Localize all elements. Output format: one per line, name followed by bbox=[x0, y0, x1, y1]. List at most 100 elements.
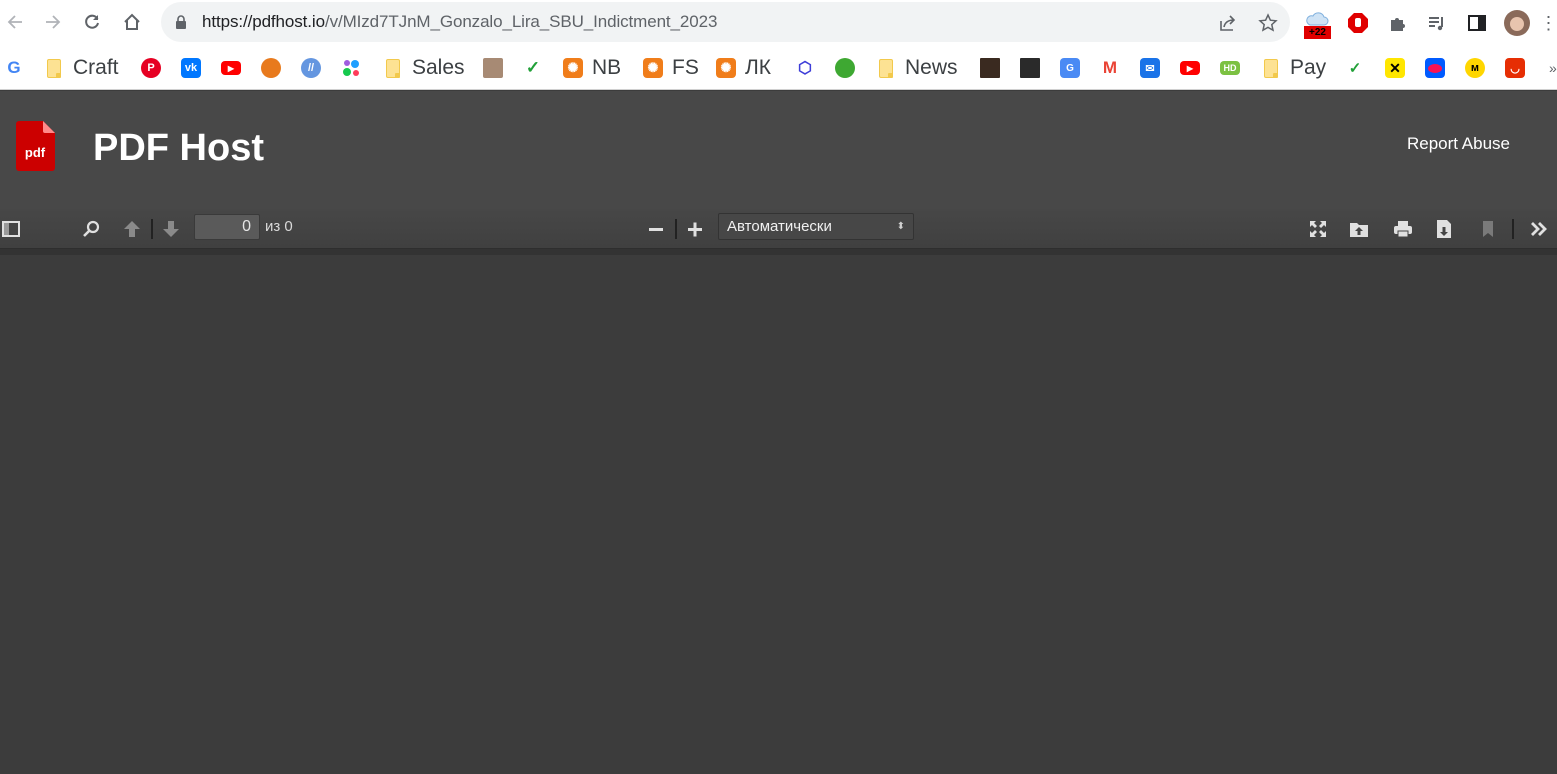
bookmark-ozon[interactable] bbox=[1425, 54, 1445, 82]
bookmark-aliexpress[interactable]: ◡ bbox=[1505, 54, 1525, 82]
bookmarks-bar: G Craft P vk ▶ // Sales ✓ ✺ NB ✺ FS ✺ ЛК bbox=[0, 45, 1557, 90]
bookmark-icon bbox=[1483, 221, 1493, 237]
media-queue-icon bbox=[1429, 17, 1443, 31]
bookmark-youtube-2[interactable]: ▶ bbox=[1180, 54, 1200, 82]
extensions-button[interactable] bbox=[1383, 8, 1413, 38]
translate-icon: G bbox=[1060, 58, 1080, 78]
weather-temperature-badge: +22 bbox=[1304, 26, 1331, 39]
lock-icon bbox=[176, 15, 186, 29]
ozon-icon bbox=[1425, 58, 1445, 78]
arrow-down-icon bbox=[163, 221, 179, 237]
bookmark-youtube[interactable]: ▶ bbox=[221, 54, 241, 82]
folder-icon bbox=[44, 58, 64, 78]
forward-button[interactable] bbox=[38, 8, 66, 36]
sber-check-icon: ✓ bbox=[525, 58, 541, 77]
box-icon: ⬡ bbox=[798, 60, 812, 77]
gmail-icon: M bbox=[1102, 58, 1118, 77]
stop-hand-icon bbox=[1348, 13, 1368, 33]
previous-page-button[interactable] bbox=[119, 217, 145, 241]
toolbar-separator bbox=[1512, 219, 1514, 239]
mail-icon: ✉ bbox=[1140, 58, 1160, 78]
orange-flower-icon: ✺ bbox=[643, 58, 663, 78]
bookmark-folder-sales[interactable]: Sales bbox=[383, 54, 465, 82]
plus-icon bbox=[688, 222, 702, 237]
url-text[interactable]: https://pdfhost.io/v/MIzd7TJnM_Gonzalo_L… bbox=[202, 12, 717, 32]
bookmark-translate[interactable]: G bbox=[1060, 54, 1080, 82]
pdf-viewer-area[interactable] bbox=[0, 255, 1557, 774]
arrow-up-icon bbox=[124, 221, 140, 237]
secondary-toolbar-toggle[interactable] bbox=[1526, 217, 1552, 241]
side-panel-button[interactable] bbox=[1462, 8, 1492, 38]
reload-button[interactable] bbox=[78, 8, 106, 36]
zoom-out-button[interactable] bbox=[643, 217, 669, 241]
band-photo-icon bbox=[1020, 58, 1040, 78]
bookmark-fs[interactable]: ✺ FS bbox=[643, 54, 699, 82]
bookmarks-overflow-button[interactable]: » bbox=[1549, 60, 1557, 76]
profile-avatar[interactable] bbox=[1502, 8, 1532, 38]
orange-ball-icon bbox=[261, 58, 281, 78]
bookmark-hd[interactable]: HD bbox=[1220, 54, 1240, 82]
site-title[interactable]: PDF Host bbox=[93, 127, 264, 170]
next-page-button[interactable] bbox=[158, 217, 184, 241]
home-icon bbox=[124, 13, 140, 30]
bookmark-folder-news[interactable]: News bbox=[876, 54, 958, 82]
toolbar-separator bbox=[151, 219, 153, 239]
download-button[interactable] bbox=[1431, 217, 1457, 241]
sidebar-toggle-icon bbox=[2, 221, 20, 237]
bookmark-vk[interactable]: vk bbox=[181, 54, 201, 82]
bookmark-lk[interactable]: ✺ ЛК bbox=[716, 54, 771, 82]
folder-icon bbox=[383, 58, 403, 78]
back-button[interactable] bbox=[2, 8, 30, 36]
minus-icon bbox=[649, 228, 663, 231]
bookmark-band[interactable] bbox=[1020, 54, 1040, 82]
bookmark-gmail[interactable]: M bbox=[1100, 54, 1120, 82]
bookmark-box[interactable]: ⬡ bbox=[795, 54, 815, 82]
media-control-button[interactable] bbox=[1422, 8, 1452, 38]
hd-icon: HD bbox=[1220, 61, 1240, 75]
arrow-left-icon bbox=[7, 15, 22, 29]
bookmark-raiffeisen[interactable]: ✕ bbox=[1385, 54, 1405, 82]
bookmark-blue-circle[interactable]: // bbox=[301, 54, 321, 82]
orange-flower-icon: ✺ bbox=[716, 58, 736, 78]
bookmark-mail[interactable]: ✉ bbox=[1140, 54, 1160, 82]
home-button[interactable] bbox=[118, 8, 146, 36]
bookmark-google[interactable]: G bbox=[4, 54, 24, 82]
report-abuse-link[interactable]: Report Abuse bbox=[1407, 134, 1510, 154]
bookmark-green[interactable] bbox=[835, 54, 855, 82]
pdf-logo[interactable]: pdf bbox=[16, 121, 55, 171]
zoom-select[interactable]: Автоматически ⬍ bbox=[718, 213, 914, 240]
find-button[interactable] bbox=[78, 217, 104, 241]
bookmark-folder-craft[interactable]: Craft bbox=[44, 54, 119, 82]
double-chevron-right-icon bbox=[1531, 222, 1547, 236]
bookmark-orange[interactable] bbox=[261, 54, 281, 82]
google-icon: G bbox=[7, 58, 21, 77]
bookmark-portrait[interactable] bbox=[980, 54, 1000, 82]
presentation-mode-button[interactable] bbox=[1305, 217, 1331, 241]
fullscreen-icon bbox=[1310, 221, 1326, 237]
page-number-input[interactable] bbox=[194, 214, 260, 240]
share-button[interactable] bbox=[1217, 12, 1239, 34]
bookmark-pinterest[interactable]: P bbox=[141, 54, 161, 82]
open-file-button[interactable] bbox=[1346, 217, 1372, 241]
star-icon bbox=[1258, 13, 1278, 32]
bookmark-folder-pay[interactable]: Pay bbox=[1261, 54, 1326, 82]
toolbar-separator bbox=[675, 219, 677, 239]
browser-toolbar: https://pdfhost.io/v/MIzd7TJnM_Gonzalo_L… bbox=[0, 0, 1557, 45]
bookmark-sber-2[interactable]: ✓ bbox=[1345, 54, 1365, 82]
bookmark-nb[interactable]: ✺ NB bbox=[563, 54, 621, 82]
bookmark-view-button[interactable] bbox=[1475, 217, 1501, 241]
address-bar[interactable]: https://pdfhost.io/v/MIzd7TJnM_Gonzalo_L… bbox=[161, 2, 1290, 42]
bookmark-photo[interactable] bbox=[483, 54, 503, 82]
sidebar-toggle-button[interactable] bbox=[0, 217, 24, 241]
logo-text: pdf bbox=[25, 145, 46, 160]
youtube-icon: ▶ bbox=[221, 61, 241, 75]
raiffeisen-icon: ✕ bbox=[1385, 58, 1405, 78]
zoom-in-button[interactable] bbox=[682, 217, 708, 241]
bookmark-star-button[interactable] bbox=[1257, 12, 1279, 34]
bookmark-yandex-market[interactable]: м bbox=[1465, 54, 1485, 82]
bookmark-sber[interactable]: ✓ bbox=[523, 54, 543, 82]
chrome-menu-button[interactable]: ⋮ bbox=[1540, 8, 1557, 38]
bookmark-dots[interactable] bbox=[341, 54, 361, 82]
print-button[interactable] bbox=[1390, 217, 1416, 241]
adblock-extension[interactable] bbox=[1343, 8, 1373, 38]
